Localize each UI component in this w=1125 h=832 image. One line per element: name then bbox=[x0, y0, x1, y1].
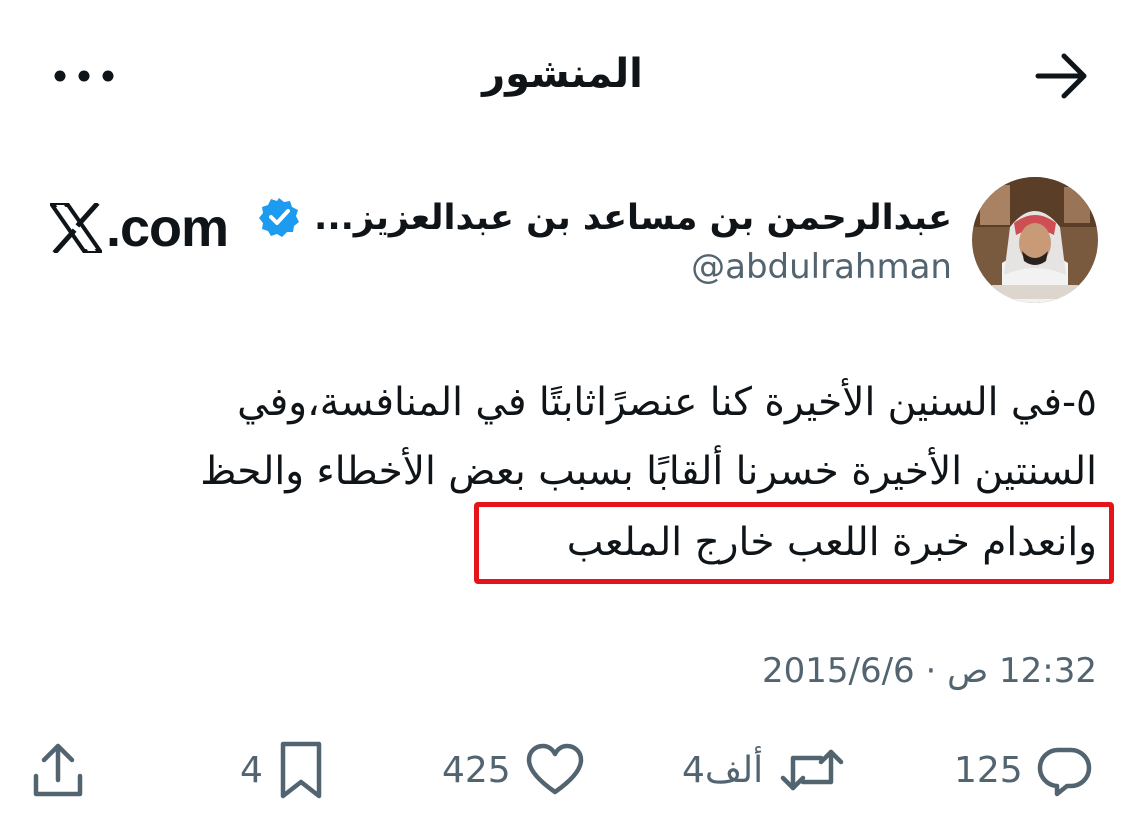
tweet-text-line: ٥-في السنين الأخيرة كنا عنصرًاثابتًا في … bbox=[237, 380, 1097, 425]
retweet-count: 4ألف bbox=[682, 749, 764, 791]
like-count: 425 bbox=[442, 749, 511, 791]
more-dots-icon[interactable] bbox=[52, 58, 116, 94]
x-logo: .com bbox=[50, 200, 245, 256]
page-title: المنشور bbox=[482, 51, 643, 97]
share-button[interactable] bbox=[30, 738, 86, 802]
reply-count: 125 bbox=[954, 749, 1023, 791]
bookmark-count: 4 bbox=[240, 749, 263, 791]
reply-button[interactable]: 125 bbox=[954, 738, 1093, 802]
share-upload-icon bbox=[30, 740, 86, 800]
tweet-text-line: السنتين الأخيرة خسرنا ألقابًا بسبب بعض ا… bbox=[200, 449, 1097, 494]
x-logo-text: .com bbox=[106, 198, 229, 258]
x-brand-icon bbox=[50, 203, 102, 253]
bookmark-icon bbox=[277, 740, 325, 800]
highlight-annotation-box bbox=[474, 502, 1114, 584]
bookmark-button[interactable]: 4 bbox=[240, 738, 325, 802]
author-name[interactable]: عبدالرحمن بن مساعد بن عبدالعزيز... bbox=[312, 190, 952, 246]
reply-bubble-icon bbox=[1037, 742, 1093, 798]
avatar[interactable] bbox=[972, 177, 1098, 303]
back-arrow-icon[interactable] bbox=[1030, 48, 1094, 104]
retweet-icon bbox=[777, 742, 847, 798]
author-handle[interactable]: @abdulrahman bbox=[600, 242, 952, 292]
retweet-button[interactable]: 4ألف bbox=[682, 738, 847, 802]
verified-badge-icon bbox=[258, 196, 300, 238]
like-button[interactable]: 425 bbox=[442, 738, 585, 802]
tweet-timestamp[interactable]: 12:32 ص · 2015/6/6 bbox=[762, 646, 1097, 696]
heart-icon bbox=[525, 742, 585, 798]
